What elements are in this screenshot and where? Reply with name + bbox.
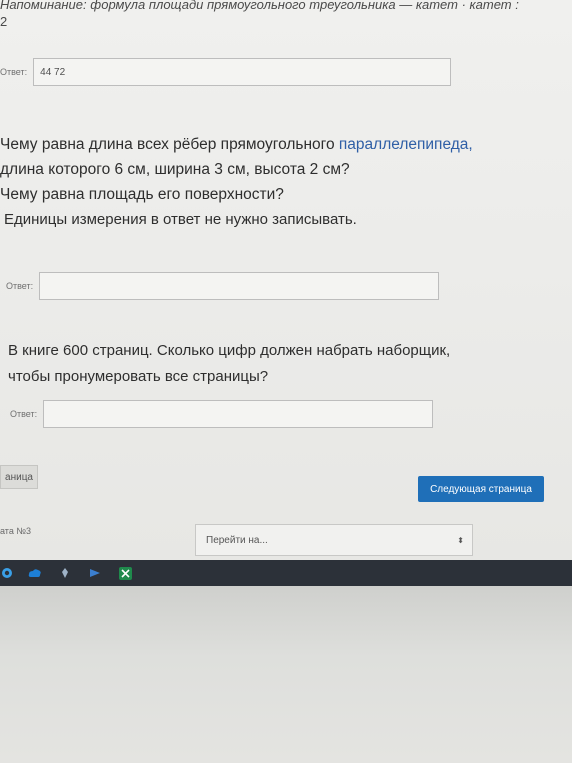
cloud-icon[interactable] (28, 566, 42, 580)
screen: Напоминание: формула площади прямоугольн… (0, 0, 572, 560)
jump-to-placeholder: Перейти на... (206, 534, 268, 546)
question-2: В книге 600 страниц. Сколько цифр должен… (8, 338, 568, 390)
answer-value: 44 72 (40, 66, 66, 78)
reminder-text: Напоминание: формула площади прямоугольн… (0, 0, 519, 12)
edge-icon[interactable] (0, 566, 14, 580)
jump-to-select[interactable]: Перейти на... ⬍ (195, 524, 473, 556)
select-arrows-icon: ⬍ (457, 535, 464, 545)
question-2-line-1: В книге 600 страниц. Сколько цифр должен… (8, 342, 451, 359)
answer-input-2[interactable] (39, 272, 440, 300)
previous-page-button[interactable]: аница (0, 465, 38, 489)
answer-row-2: Ответ: (6, 272, 440, 300)
next-page-label: Следующая страница (430, 483, 532, 495)
reminder-text-continued: 2 (0, 14, 8, 29)
answer-row-3: Ответ: (10, 400, 434, 428)
parallelepiped-link[interactable]: параллелепипеда, (339, 136, 473, 153)
question-1-note: Единицы измерения в ответ не нужно запис… (4, 211, 357, 228)
question-1-line-3: Чему равна площадь его поверхности? (0, 186, 284, 203)
previous-page-label: аница (5, 471, 33, 483)
taskbar (0, 560, 572, 586)
answer-label: Ответ: (6, 281, 34, 291)
question-1-line-1: Чему равна длина всех рёбер прямоугольно… (0, 132, 572, 157)
pin-icon[interactable] (58, 566, 72, 580)
question-2-line-2: чтобы пронумеровать все страницы? (8, 368, 269, 385)
question-1-text: Чему равна длина всех рёбер прямоугольно… (0, 136, 339, 153)
answer-input-3[interactable] (43, 400, 434, 428)
excel-icon[interactable] (118, 566, 132, 580)
question-1-line-2: длина которого 6 см, ширина 3 см, высота… (0, 161, 350, 178)
monitor-bezel (0, 586, 572, 763)
answer-input-1[interactable]: 44 72 (33, 58, 452, 86)
quiz-link[interactable]: ата №3 (0, 526, 31, 536)
answer-label: Ответ: (0, 67, 28, 77)
answer-label: Ответ: (10, 409, 38, 419)
next-page-button[interactable]: Следующая страница (418, 476, 544, 502)
question-1: Чему равна длина всех рёбер прямоугольно… (0, 132, 572, 232)
answer-row-1: Ответ: 44 72 (0, 58, 452, 86)
arrow-icon[interactable] (88, 566, 102, 580)
